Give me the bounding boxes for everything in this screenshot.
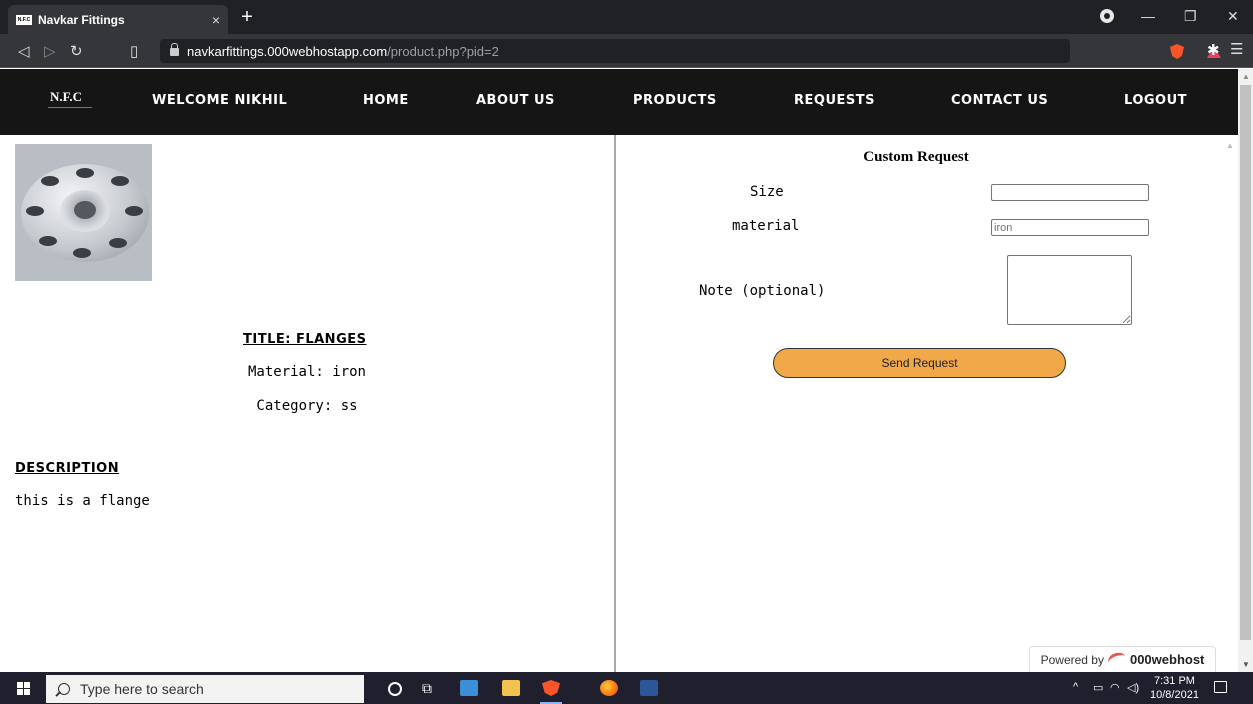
battery-icon[interactable]: ▭ — [1093, 681, 1103, 694]
brave-icon[interactable] — [542, 680, 560, 696]
flange-illustration — [21, 164, 149, 262]
badge-brand: 000webhost — [1129, 652, 1205, 667]
back-icon[interactable]: ◁ — [18, 42, 30, 60]
note-label: Note (optional) — [699, 283, 826, 299]
taskbar-search-box[interactable]: Type here to search — [46, 675, 364, 703]
url-host: navkarfittings.000webhostapp.com — [187, 43, 388, 59]
clock-date: 10/8/2021 — [1150, 689, 1199, 701]
windows-start-icon[interactable] — [17, 682, 30, 695]
browser-tab-bar: N.F.C Navkar Fittings × + — ❐ ✕ — [0, 0, 1253, 34]
site-navbar: N.F.C WELCOME NIKHIL HOME ABOUT US PRODU… — [0, 69, 1238, 135]
flange-bolt-hole — [39, 236, 57, 246]
task-view-icon[interactable]: ⧉ — [418, 680, 436, 696]
nav-welcome-user[interactable]: WELCOME NIKHIL — [152, 93, 287, 108]
wifi-icon[interactable]: ◠ — [1110, 681, 1120, 694]
flange-bolt-hole — [73, 248, 91, 258]
nav-home[interactable]: HOME — [363, 93, 409, 108]
browser-address-bar: ◁ ▷ ↻ ▯ navkarfittings.000webhostapp.com… — [0, 34, 1253, 68]
material-label: material — [732, 218, 800, 234]
bookmark-icon[interactable]: ▯ — [130, 42, 138, 60]
cortana-icon[interactable] — [388, 682, 402, 696]
windows-taskbar: Type here to search ⧉ ^ ▭ ◠ ◁) 7:31 PM 1… — [0, 672, 1253, 704]
custom-request-form: Custom Request Size material Note (optio… — [616, 135, 1238, 672]
browser-tab[interactable]: N.F.C Navkar Fittings × — [8, 5, 228, 34]
firefox-icon[interactable] — [600, 680, 618, 696]
flange-bolt-hole — [109, 238, 127, 248]
webhost-logo-icon — [1106, 649, 1128, 670]
word-icon[interactable] — [640, 680, 658, 696]
flange-bolt-hole — [41, 176, 59, 186]
forward-icon[interactable]: ▷ — [44, 42, 56, 60]
note-textarea[interactable] — [1007, 255, 1132, 325]
reload-icon[interactable]: ↻ — [70, 42, 83, 60]
product-material: Material: iron — [247, 364, 366, 380]
flange-bolt-hole — [76, 168, 94, 178]
flange-bolt-hole — [125, 206, 143, 216]
size-label: Size — [750, 184, 784, 200]
scroll-up-icon[interactable]: ▲ — [1242, 72, 1250, 81]
lock-icon — [170, 43, 179, 56]
scrollbar-thumb[interactable] — [1240, 85, 1251, 640]
minimize-icon[interactable]: — — [1141, 8, 1155, 24]
site-logo[interactable]: N.F.C — [50, 89, 82, 105]
close-window-icon[interactable]: ✕ — [1227, 8, 1239, 25]
notification-icon[interactable] — [1214, 681, 1227, 693]
product-category: Category: ss — [256, 398, 358, 414]
nav-requests[interactable]: REQUESTS — [794, 93, 875, 108]
product-details-pane: Title: Flanges Material: iron Category: … — [0, 135, 614, 672]
hosting-badge[interactable]: Powered by 000webhost — [1029, 646, 1216, 672]
form-title: Custom Request — [863, 149, 969, 165]
nav-about-us[interactable]: ABOUT US — [476, 93, 555, 108]
description-heading: DESCRIPTION — [15, 461, 120, 476]
taskbar-search-placeholder: Type here to search — [80, 681, 204, 697]
tray-chevron-icon[interactable]: ^ — [1073, 681, 1078, 693]
scroll-down-icon[interactable]: ▼ — [1242, 660, 1250, 669]
search-icon — [58, 683, 70, 695]
flange-bolt-hole — [111, 176, 129, 186]
size-input[interactable] — [991, 184, 1149, 201]
product-image — [15, 144, 152, 281]
volume-icon[interactable]: ◁) — [1127, 681, 1139, 694]
product-description: this is a flange — [15, 493, 150, 509]
product-title: Title: Flanges — [243, 332, 367, 347]
badge-prefix: Powered by — [1040, 652, 1104, 667]
url-path: /product.php?pid=2 — [387, 43, 499, 59]
logo-underline — [48, 107, 92, 108]
clock-time: 7:31 PM — [1153, 675, 1195, 687]
nav-logout[interactable]: LOGOUT — [1124, 93, 1187, 108]
menu-icon[interactable]: ☰ — [1230, 40, 1243, 58]
tab-title: Navkar Fittings — [38, 12, 125, 27]
extensions-icon[interactable]: ✱ — [1207, 41, 1220, 59]
nav-contact-us[interactable]: CONTACT US — [951, 93, 1048, 108]
brave-shield-icon[interactable] — [1170, 44, 1184, 59]
send-request-button[interactable]: Send Request — [773, 348, 1066, 378]
page-scrollbar[interactable]: ▲ ▼ — [1238, 69, 1253, 672]
restore-icon[interactable]: ❐ — [1184, 8, 1197, 25]
taskbar-clock[interactable]: 7:31 PM 10/8/2021 — [1150, 674, 1199, 702]
profile-icon[interactable] — [1100, 9, 1114, 23]
material-input[interactable] — [991, 219, 1149, 236]
flange-bolt-hole — [26, 206, 44, 216]
url-input[interactable]: navkarfittings.000webhostapp.com/product… — [160, 39, 1221, 63]
site-favicon-icon: N.F.C — [16, 14, 32, 25]
new-tab-button[interactable]: + — [236, 7, 258, 29]
file-explorer-icon[interactable] — [502, 680, 520, 696]
store-app-icon[interactable] — [460, 680, 478, 696]
tab-close-icon[interactable]: × — [212, 12, 220, 28]
flange-bore — [74, 201, 96, 219]
nav-products[interactable]: PRODUCTS — [633, 93, 717, 108]
